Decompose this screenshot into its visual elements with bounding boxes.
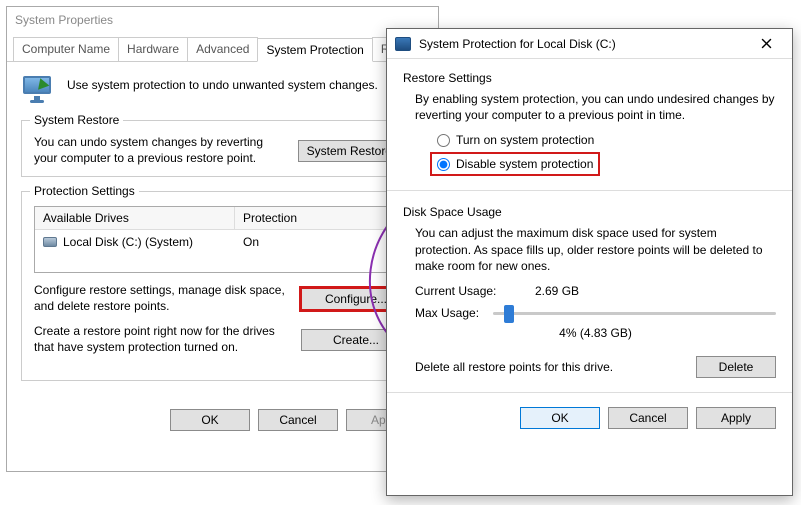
tab-hardware[interactable]: Hardware (118, 37, 188, 61)
system-protection-dialog: System Protection for Local Disk (C:) Re… (386, 28, 793, 496)
window-title: System Properties (15, 13, 113, 27)
protection-settings-group: Protection Settings Available Drives Pro… (21, 191, 424, 380)
drive-name: Local Disk (C:) (System) (63, 235, 193, 249)
tab-system-protection[interactable]: System Protection (257, 38, 372, 62)
apply-button[interactable]: Apply (696, 407, 776, 429)
disk-usage-heading: Disk Space Usage (403, 205, 776, 219)
radio-disable-input[interactable] (437, 158, 450, 171)
ok-button[interactable]: OK (170, 409, 250, 431)
restore-settings-heading: Restore Settings (403, 71, 776, 85)
dialog-buttons: OK Cancel Apply (403, 407, 776, 429)
table-row (35, 254, 410, 272)
cancel-button[interactable]: Cancel (258, 409, 338, 431)
radio-turn-on-input[interactable] (437, 134, 450, 147)
delete-button[interactable]: Delete (696, 356, 776, 378)
group-legend: System Restore (30, 113, 123, 127)
col-header-drives[interactable]: Available Drives (35, 207, 235, 229)
max-usage-readout: 4% (4.83 GB) (415, 326, 776, 340)
tabstrip: Computer Name Hardware Advanced System P… (7, 33, 438, 62)
radio-disable-label: Disable system protection (456, 157, 593, 171)
window-title: System Protection for Local Disk (C:) (419, 37, 616, 51)
system-protection-icon (21, 72, 57, 108)
table-row[interactable]: Local Disk (C:) (System) On (35, 230, 410, 254)
disk-icon (395, 37, 411, 51)
group-legend: Protection Settings (30, 184, 139, 198)
dialog-buttons: OK Cancel Apply (7, 401, 438, 441)
intro-text: Use system protection to undo unwanted s… (67, 72, 378, 92)
radio-disable[interactable]: Disable system protection (433, 155, 597, 173)
create-desc: Create a restore point right now for the… (34, 324, 291, 355)
max-usage-label: Max Usage: (415, 306, 479, 320)
delete-desc: Delete all restore points for this drive… (415, 360, 613, 374)
restore-settings-desc: By enabling system protection, you can u… (415, 91, 776, 123)
tab-computer-name[interactable]: Computer Name (13, 37, 119, 61)
current-usage-label: Current Usage: (415, 284, 515, 298)
separator (387, 392, 792, 393)
dialog-body: Restore Settings By enabling system prot… (387, 59, 792, 435)
titlebar[interactable]: System Properties (7, 7, 438, 33)
slider-thumb[interactable] (504, 305, 514, 323)
radio-turn-on-label: Turn on system protection (456, 133, 594, 147)
drive-protection: On (235, 233, 410, 251)
current-usage-value: 2.69 GB (535, 284, 579, 298)
cancel-button[interactable]: Cancel (608, 407, 688, 429)
disk-usage-desc: You can adjust the maximum disk space us… (415, 225, 776, 274)
disk-icon (43, 237, 57, 247)
tab-advanced[interactable]: Advanced (187, 37, 258, 61)
tab-panel: Use system protection to undo unwanted s… (7, 62, 438, 401)
configure-desc: Configure restore settings, manage disk … (34, 283, 291, 314)
system-restore-group: System Restore You can undo system chang… (21, 120, 424, 177)
separator (387, 190, 792, 191)
radio-turn-on[interactable]: Turn on system protection (433, 131, 776, 149)
col-header-protection[interactable]: Protection (235, 207, 410, 229)
restore-desc: You can undo system changes by reverting… (34, 135, 288, 166)
close-button[interactable] (748, 33, 784, 55)
titlebar[interactable]: System Protection for Local Disk (C:) (387, 29, 792, 59)
drives-table: Available Drives Protection Local Disk (… (34, 206, 411, 273)
max-usage-slider[interactable] (493, 302, 776, 324)
system-properties-window: System Properties Computer Name Hardware… (6, 6, 439, 472)
ok-button[interactable]: OK (520, 407, 600, 429)
